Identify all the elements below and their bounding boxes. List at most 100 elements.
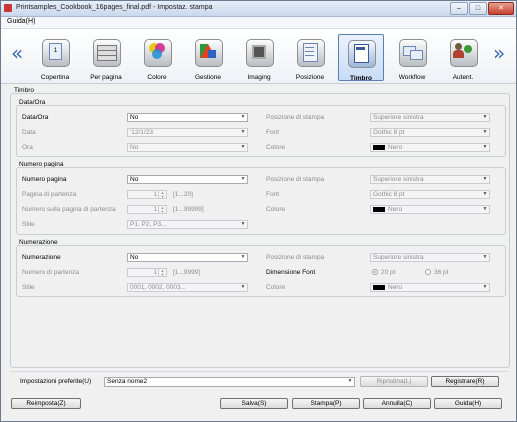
tab-copertina[interactable]: 1 Copertina (32, 34, 78, 81)
tab-label: Timbro (350, 75, 372, 82)
numbering-position-label: Posizione di stampa (266, 254, 325, 261)
numbering-select[interactable]: No ▼ (127, 253, 248, 262)
tab-timbro[interactable]: Timbro (338, 34, 384, 82)
chevron-down-icon: ▼ (482, 254, 488, 260)
management-icon (193, 37, 223, 67)
start-numbering-range: [1...9999] (173, 269, 201, 276)
chevron-down-icon: ▼ (240, 284, 246, 290)
numbering-style-select[interactable]: 0001, 0002, 0003... ▼ (127, 283, 248, 292)
page-position-select[interactable]: Superiore sinistra ▼ (370, 175, 490, 184)
page-style-select[interactable]: P1, P2, P3... ▼ (127, 220, 248, 229)
print-settings-window: Printsamples_Cookbook_16pages_final.pdf … (0, 0, 517, 422)
chevron-down-icon: ▼ (240, 114, 246, 120)
reset-button[interactable]: Reimposta(Z) (11, 398, 81, 409)
maximize-button[interactable]: □ (469, 2, 487, 15)
menu-help[interactable]: Guida(H) (7, 18, 35, 25)
chevron-down-icon: ▼ (482, 284, 488, 290)
color-swatch (373, 285, 385, 290)
page-font-select[interactable]: Gothic 8 pt ▼ (370, 190, 490, 199)
date-font-label: Font (266, 129, 280, 136)
start-page-stepper[interactable]: 1 ▲ ▼ (127, 190, 167, 199)
font-size-20-label: 20 pt (381, 269, 396, 276)
time-format-select[interactable]: No ▼ (127, 143, 248, 152)
tab-label: Imaging (247, 74, 271, 81)
tab-label: Autent. (452, 74, 474, 81)
tab-posizione[interactable]: Posizione (287, 34, 333, 81)
date-position-label: Posizione di stampa (266, 114, 325, 121)
tab-colore[interactable]: Colore (134, 34, 180, 81)
start-numbering-label: Numero di partenza (22, 269, 80, 276)
help-button[interactable]: Guida(H) (434, 398, 502, 409)
start-page-label: Pagina di partenza (22, 191, 77, 198)
chevron-down-icon: ▼ (240, 144, 246, 150)
date-format-select[interactable]: '12/1/23 ▼ (127, 128, 248, 137)
page-font-label: Font (266, 191, 280, 198)
start-page-range: [1...20] (173, 191, 193, 198)
start-number-stepper[interactable]: 1 ▲ ▼ (127, 205, 167, 214)
spin-arrows-icon: ▲ ▼ (158, 191, 166, 198)
favorites-label: Impostazioni preferite(U) (20, 378, 92, 385)
chevron-down-icon: ▼ (240, 221, 246, 227)
save-button[interactable]: Salva(S) (220, 398, 288, 409)
date-position-select[interactable]: Superiore sinistra ▼ (370, 113, 490, 122)
font-size-36-radio[interactable] (425, 269, 431, 275)
auth-icon (448, 37, 478, 67)
date-time-label: Data/Ora (22, 114, 49, 121)
font-size-36-label: 36 pt (434, 269, 449, 276)
close-button[interactable]: ✕ (488, 2, 514, 15)
date-color-label: Colore (266, 144, 286, 151)
tab-label: Workflow (398, 74, 426, 81)
page-number-select[interactable]: No ▼ (127, 175, 248, 184)
tab-label: Gestione (194, 74, 222, 81)
start-numbering-stepper[interactable]: 1 ▲ ▼ (127, 268, 167, 277)
date-font-select[interactable]: Gothic 8 pt ▼ (370, 128, 490, 137)
chevron-down-icon: ▼ (347, 378, 353, 384)
imaging-icon (244, 37, 274, 67)
chevron-down-icon: ▼ (482, 206, 488, 212)
page-color-select[interactable]: Nero ▼ (370, 205, 490, 214)
numbering-position-select[interactable]: Superiore sinistra ▼ (370, 253, 490, 262)
date-time-select[interactable]: No ▼ (127, 113, 248, 122)
tab-label: Copertina (40, 74, 70, 81)
chevron-down-icon: ▼ (482, 144, 488, 150)
chevron-left-icon[interactable]: « (11, 43, 23, 63)
tab-gestione[interactable]: Gestione (185, 34, 231, 81)
page-color-label: Colore (266, 206, 286, 213)
cancel-button[interactable]: Annulla(C) (363, 398, 431, 409)
font-size-20-radio[interactable] (372, 269, 378, 275)
chevron-right-icon[interactable]: » (493, 43, 505, 63)
page-position-label: Posizione di stampa (266, 176, 325, 183)
tab-label: Posizione (295, 74, 325, 81)
print-button[interactable]: Stampa(P) (292, 398, 360, 409)
tab-label: Colore (147, 74, 167, 81)
cover-icon: 1 (40, 37, 70, 67)
start-number-label: Numero sulla pagina di partenza (22, 206, 116, 213)
numbering-style-label: Stile (22, 284, 35, 291)
stack-icon (91, 37, 121, 67)
tab-autent[interactable]: Autent. (440, 34, 486, 81)
pdf-app-icon (4, 4, 12, 12)
start-number-range: [1...99999] (173, 206, 204, 213)
minimize-button[interactable]: – (450, 2, 468, 15)
favorites-select[interactable]: Senza nome2 ▼ (104, 377, 355, 387)
chevron-down-icon: ▼ (240, 254, 246, 260)
color-swatch (373, 145, 385, 150)
title-bar: Printsamples_Cookbook_16pages_final.pdf … (1, 1, 516, 17)
numbering-color-select[interactable]: Nero ▼ (370, 283, 490, 292)
restore-button[interactable]: Ripristina(L) (360, 376, 428, 387)
spin-arrows-icon: ▲ ▼ (158, 269, 166, 276)
page-number-label: Numero pagina (22, 176, 67, 183)
chevron-down-icon: ▼ (240, 176, 246, 182)
tab-per-pagina[interactable]: Per pagina (83, 34, 129, 81)
tab-toolbar: « 1 Copertina Per pagina Colore Gestione… (1, 29, 516, 84)
chevron-down-icon: ▼ (240, 129, 246, 135)
tab-workflow[interactable]: Workflow (389, 34, 435, 81)
date-color-select[interactable]: Nero ▼ (370, 143, 490, 152)
tab-imaging[interactable]: Imaging (236, 34, 282, 81)
chevron-down-icon: ▼ (482, 114, 488, 120)
register-button[interactable]: Registrare(R) (431, 376, 499, 387)
chevron-down-icon: ▼ (482, 191, 488, 197)
numbering-color-label: Colore (266, 284, 286, 291)
position-icon (295, 37, 325, 67)
stamp-icon (346, 38, 376, 68)
